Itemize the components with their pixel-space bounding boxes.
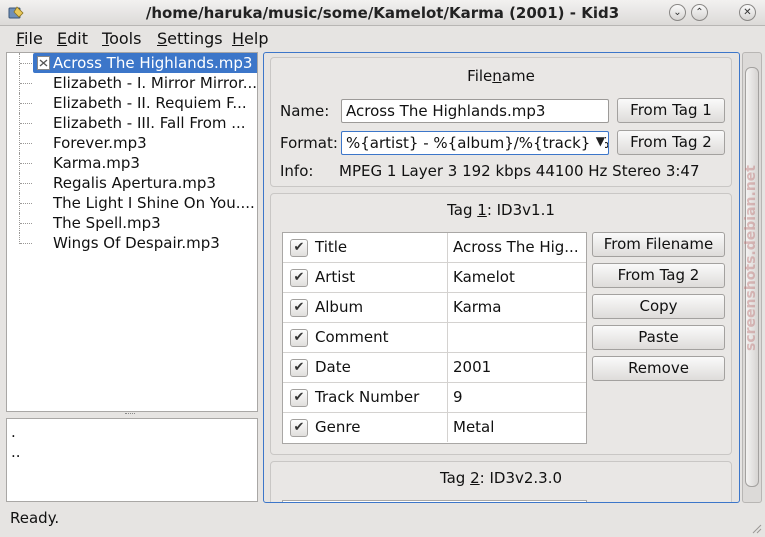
file-item-label: The Light I Shine On You.... (53, 194, 255, 212)
tag1-group-title: Tag 1: ID3v1.1 (447, 201, 555, 219)
file-list[interactable]: Across The Highlands.mp3 Elizabeth - I. … (6, 52, 258, 412)
table-row[interactable]: ✔ Comment (283, 323, 586, 353)
format-value: %{artist} - %{album}/%{track} %{title} (346, 134, 608, 152)
file-item-label: Elizabeth - II. Requiem F... (53, 94, 247, 112)
checkbox-genre[interactable]: ✔ (290, 419, 308, 437)
tag1-group: Tag 1: ID3v1.1 ✔ Title Across The Hig... … (270, 193, 732, 455)
menu-settings[interactable]: Settings (157, 29, 223, 48)
table-row[interactable]: ✔ Album Karma (283, 293, 586, 323)
window-title: /home/haruka/music/some/Kamelot/Karma (2… (145, 4, 620, 22)
tag1-from-tag2-button[interactable]: From Tag 2 (592, 263, 725, 288)
format-label: Format: (280, 134, 338, 152)
minimize-button[interactable]: ⌄ (669, 4, 686, 21)
table-row[interactable]: ✔ Date 2001 (283, 353, 586, 383)
menu-edit[interactable]: Edit (57, 29, 88, 48)
from-tag1-button[interactable]: From Tag 1 (617, 98, 725, 123)
file-item[interactable]: Regalis Apertura.mp3 (7, 173, 257, 193)
file-item[interactable]: Karma.mp3 (7, 153, 257, 173)
file-item[interactable]: Elizabeth - II. Requiem F... (7, 93, 257, 113)
menu-bar: File Edit Tools Settings Help (0, 26, 765, 50)
table-row[interactable]: ✔ Artist Kamelot (283, 263, 586, 293)
paste-button[interactable]: Paste (592, 325, 725, 350)
dir-item[interactable]: .. (11, 443, 21, 461)
file-item[interactable]: The Spell.mp3 (7, 213, 257, 233)
file-item-label: Forever.mp3 (53, 134, 147, 152)
file-item[interactable]: The Light I Shine On You.... (7, 193, 257, 213)
checkbox-artist[interactable]: ✔ (290, 269, 308, 287)
tag1-table[interactable]: ✔ Title Across The Hig... ✔ Artist Kamelot… (282, 232, 587, 444)
name-label: Name: (280, 102, 330, 120)
table-row[interactable]: ✔ Title Across The Hig... (283, 233, 586, 263)
menu-file[interactable]: File (16, 29, 43, 48)
file-item-label: Across The Highlands.mp3 (53, 54, 253, 72)
file-item-label: Wings Of Despair.mp3 (53, 234, 220, 252)
filename-group: Filename Name: Across The Highlands.mp3 … (270, 57, 732, 187)
menu-help[interactable]: Help (232, 29, 268, 48)
checkbox-album[interactable]: ✔ (290, 299, 308, 317)
format-combobox[interactable]: %{artist} - %{album}/%{track} %{title} ▼ (341, 131, 609, 155)
checkbox-date[interactable]: ✔ (290, 359, 308, 377)
filename-group-title: Filename (467, 67, 535, 85)
splitter-handle[interactable] (125, 413, 135, 416)
file-item-label: Regalis Apertura.mp3 (53, 174, 216, 192)
tag2-group: Tag 2: ID3v2.3.0 (270, 461, 732, 502)
checkbox-title[interactable]: ✔ (290, 239, 308, 257)
tag-editor-panel: Filename Name: Across The Highlands.mp3 … (263, 52, 740, 503)
file-item[interactable]: Elizabeth - I. Mirror Mirror.... (7, 73, 257, 93)
close-button[interactable]: ✕ (739, 4, 756, 21)
file-item-label: Karma.mp3 (53, 154, 140, 172)
tag2-group-title: Tag 2: ID3v2.3.0 (439, 469, 563, 487)
copy-button[interactable]: Copy (592, 294, 725, 319)
checkbox-track-number[interactable]: ✔ (290, 389, 308, 407)
file-item[interactable]: Forever.mp3 (7, 133, 257, 153)
chevron-down-icon: ▼ (593, 134, 605, 148)
file-item-label: Elizabeth - I. Mirror Mirror.... (53, 74, 257, 92)
info-label: Info: (280, 162, 314, 180)
title-bar: /home/haruka/music/some/Kamelot/Karma (2… (0, 0, 765, 26)
tag2-table[interactable] (282, 500, 587, 502)
watermark: screenshots.debian.net (743, 165, 759, 351)
remove-button[interactable]: Remove (592, 356, 725, 381)
file-item-label: The Spell.mp3 (53, 214, 161, 232)
table-row[interactable]: ✔ Track Number 9 (283, 383, 586, 413)
file-item[interactable]: Elizabeth - III. Fall From ... (7, 113, 257, 133)
table-row[interactable]: ✔ Genre Metal (283, 413, 586, 443)
checkbox-comment[interactable]: ✔ (290, 329, 308, 347)
tag-file-icon (37, 56, 50, 70)
directory-list[interactable]: . .. (6, 418, 258, 502)
menu-tools[interactable]: Tools (102, 29, 141, 48)
from-filename-button[interactable]: From Filename (592, 232, 725, 257)
resize-grip-icon[interactable] (750, 522, 762, 534)
dir-item[interactable]: . (11, 423, 16, 441)
from-tag2-button[interactable]: From Tag 2 (617, 130, 725, 155)
info-value: MPEG 1 Layer 3 192 kbps 44100 Hz Stereo … (339, 162, 700, 180)
file-item[interactable]: Wings Of Despair.mp3 (7, 233, 257, 253)
name-input[interactable]: Across The Highlands.mp3 (341, 99, 609, 123)
maximize-button[interactable]: ⌃ (691, 4, 708, 21)
file-item[interactable]: Across The Highlands.mp3 (7, 53, 257, 73)
status-text: Ready. (10, 509, 60, 527)
file-item-label: Elizabeth - III. Fall From ... (53, 114, 246, 132)
